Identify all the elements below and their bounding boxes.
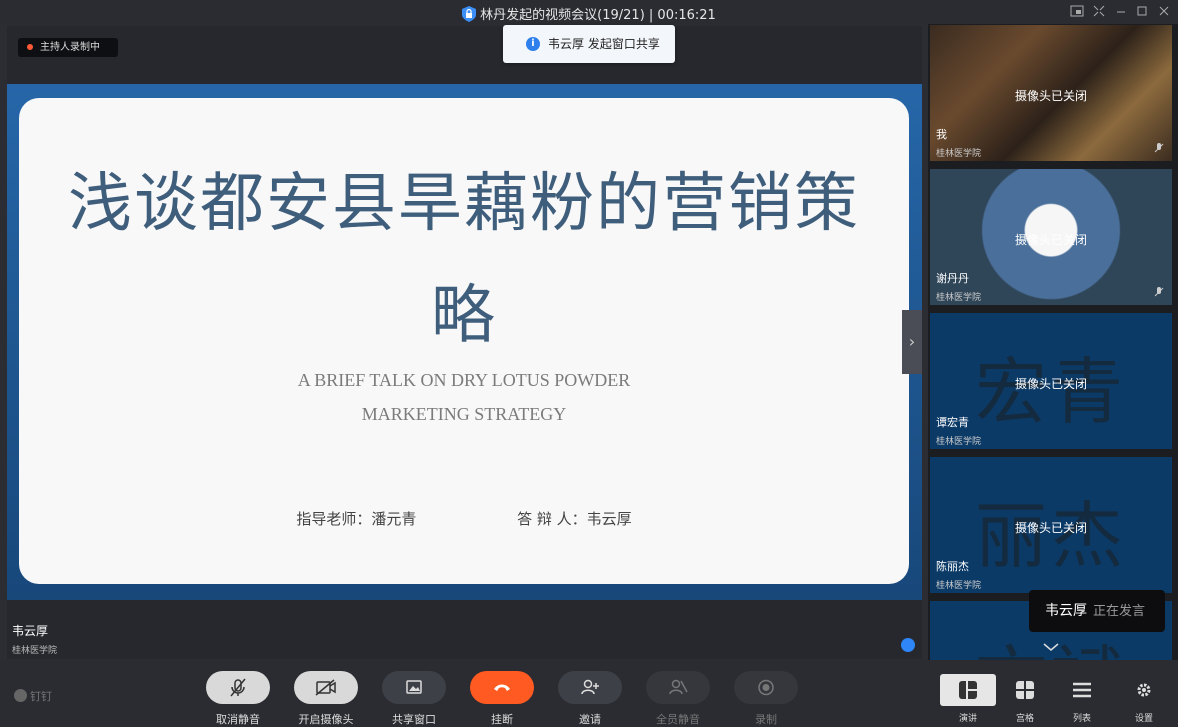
participant-tile[interactable]: 丽杰 摄像头已关闭 陈丽杰 桂林医学院 (930, 457, 1172, 593)
slide-credits: 指导老师：潘元青 答 辩 人：韦云厚 (19, 508, 909, 529)
list-view-icon (1073, 682, 1091, 698)
hang-up-icon (494, 684, 510, 691)
close-icon[interactable] (1157, 4, 1173, 20)
slide-subtitle-line2: MARKETING STRATEGY (361, 404, 567, 424)
participant-panel: 摄像头已关闭 我 桂林医学院 摄像头已关闭 谢丹丹 桂林医学院 宏青 摄像头已关… (928, 24, 1178, 660)
grid-view-button[interactable] (997, 674, 1053, 706)
mute-all-button[interactable] (646, 671, 710, 704)
toast-text: 韦云厚 发起窗口共享 (548, 37, 660, 51)
record-button[interactable] (734, 671, 798, 704)
participant-name: 我 (936, 128, 947, 141)
share-window-label: 共享窗口 (392, 713, 436, 726)
stage-speaker-org: 桂林医学院 (12, 646, 58, 656)
chevron-right-icon[interactable]: › (902, 310, 922, 374)
window-title-text: 林丹发起的视频会议(19/21) | 00:16:21 (480, 8, 716, 23)
hang-up-button[interactable] (470, 671, 534, 704)
list-view-label: 列表 (1072, 714, 1091, 724)
list-view-button[interactable] (1054, 674, 1110, 706)
window-title: 林丹发起的视频会议(19/21) | 00:16:21 (0, 4, 1178, 23)
record-icon (758, 679, 774, 696)
picture-in-picture-icon[interactable] (1070, 4, 1086, 20)
slide-advisor: 指导老师：潘元青 (296, 510, 417, 528)
camera-button[interactable] (294, 671, 358, 704)
settings-label: 设置 (1134, 714, 1153, 724)
camera-status: 摄像头已关闭 (1014, 377, 1087, 391)
grid-view-icon (1016, 681, 1034, 699)
title-bar: 林丹发起的视频会议(19/21) | 00:16:21 (0, 0, 1178, 24)
invite-icon (581, 679, 599, 695)
chevron-down-icon[interactable] (1041, 640, 1061, 656)
speaker-view-button[interactable] (940, 674, 996, 706)
info-icon: i (526, 37, 540, 51)
recording-badge: 主持人录制中 (18, 38, 118, 57)
mute-all-label: 全员静音 (656, 713, 700, 726)
grid-view-label: 宫格 (1015, 714, 1034, 724)
mic-muted-icon (230, 678, 246, 697)
participant-org: 桂林医学院 (936, 149, 982, 159)
camera-status: 摄像头已关闭 (1014, 521, 1087, 535)
unmute-label: 取消静音 (216, 713, 260, 726)
speaker-view-icon (959, 681, 977, 699)
camera-status: 摄像头已关闭 (1014, 89, 1087, 103)
participant-org: 桂林医学院 (936, 581, 982, 591)
mute-all-icon (669, 679, 688, 695)
active-speaker-popup: 韦云厚 正在发言 (1029, 590, 1165, 632)
camera-status: 摄像头已关闭 (1014, 233, 1087, 247)
slide-title: 浅谈都安县旱藕粉的营销策略 (68, 167, 860, 353)
share-window-icon (406, 680, 422, 694)
mic-muted-icon (1154, 287, 1164, 297)
hang-up-label: 挂断 (491, 713, 513, 726)
brand-logo: 钉钉 (14, 688, 52, 704)
maximize-icon[interactable] (1135, 4, 1151, 20)
gear-icon (1137, 683, 1151, 697)
speaker-view-label: 演讲 (958, 714, 977, 724)
camera-off-icon (315, 679, 336, 696)
slide-subtitle-line1: A BRIEF TALK ON DRY LOTUS POWDER (297, 370, 631, 390)
participant-name: 谭宏青 (936, 416, 969, 429)
share-window-button[interactable] (382, 671, 446, 704)
mic-muted-icon (1154, 143, 1164, 153)
slide-defender: 答 辩 人：韦云厚 (517, 510, 632, 528)
record-label: 录制 (755, 713, 777, 726)
participant-tile[interactable]: 摄像头已关闭 我 桂林医学院 (930, 25, 1172, 161)
share-notification-toast: i 韦云厚 发起窗口共享 (503, 25, 675, 63)
minimize-icon[interactable] (1114, 4, 1130, 20)
unmute-button[interactable] (206, 671, 270, 704)
stage-speaker-name: 韦云厚 (12, 624, 49, 638)
active-speaker-state: 正在发言 (1093, 604, 1146, 619)
brand-label: 钉钉 (30, 690, 52, 703)
participant-name: 陈丽杰 (936, 560, 969, 573)
main-stage: 主持人录制中 浅谈都安县旱藕粉的营销策略 A BRIEF TALK ON DRY… (7, 26, 922, 659)
recording-badge-text: 主持人录制中 (40, 42, 100, 53)
participant-tile[interactable]: 宏青 摄像头已关闭 谭宏青 桂林医学院 (930, 313, 1172, 449)
dingtalk-icon (14, 689, 27, 702)
participant-tile[interactable]: 摄像头已关闭 谢丹丹 桂林医学院 (930, 169, 1172, 305)
participant-name: 谢丹丹 (936, 272, 969, 285)
lock-icon (462, 6, 477, 22)
meeting-toolbar: 钉钉 取消静音 开启摄像头 共享窗口 挂断 邀请 全员静音 录制 演讲 宫格 列… (0, 660, 1178, 727)
settings-button[interactable] (1116, 674, 1172, 706)
participant-org: 桂林医学院 (936, 437, 982, 447)
recording-dot-icon (27, 44, 33, 50)
participant-org: 桂林医学院 (936, 293, 982, 303)
invite-button[interactable] (558, 671, 622, 704)
shrink-icon[interactable] (1092, 4, 1108, 20)
slide-subtitle: A BRIEF TALK ON DRY LOTUS POWDER MARKETI… (19, 363, 909, 431)
screen-share-icon (901, 638, 915, 652)
shared-screen: 浅谈都安县旱藕粉的营销策略 A BRIEF TALK ON DRY LOTUS … (7, 84, 922, 600)
active-speaker-name: 韦云厚 (1045, 603, 1087, 619)
camera-label: 开启摄像头 (298, 713, 354, 726)
invite-label: 邀请 (579, 713, 601, 726)
presentation-slide: 浅谈都安县旱藕粉的营销策略 A BRIEF TALK ON DRY LOTUS … (19, 98, 909, 584)
